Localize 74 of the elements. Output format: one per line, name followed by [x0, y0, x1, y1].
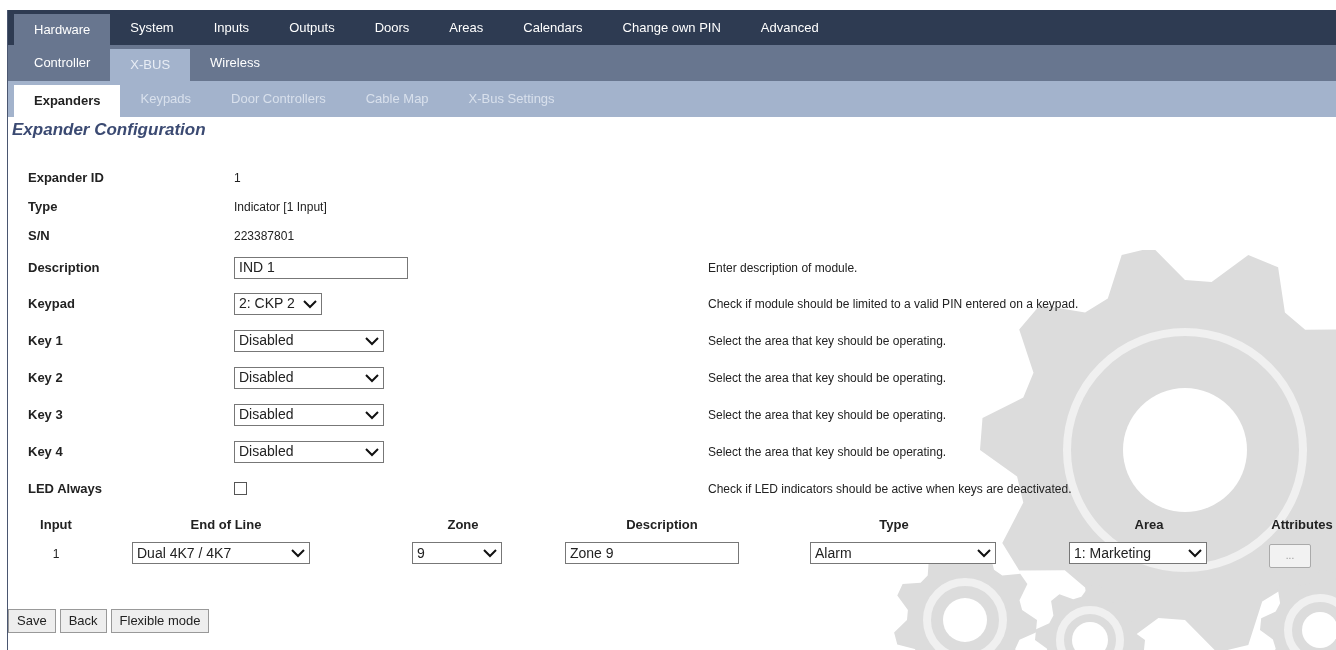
- dropdown-caret-icon: [291, 548, 305, 558]
- column-header: Area: [1133, 516, 1165, 534]
- field-label: Description: [28, 258, 101, 277]
- dropdown[interactable]: 2: CKP 2: [234, 292, 322, 315]
- column-header: Zone: [446, 516, 480, 534]
- sub-tab[interactable]: Wireless: [190, 45, 280, 81]
- dropdown-value: Dual 4K7 / 4K7: [137, 543, 232, 563]
- dropdown-value: 2: CKP 2: [239, 294, 295, 313]
- field-label: Key 4: [28, 442, 64, 461]
- dropdown[interactable]: 1: Marketing: [1069, 542, 1207, 564]
- help-text: Select the area that key should be operating.: [708, 406, 947, 424]
- dropdown[interactable]: Dual 4K7 / 4K7: [132, 542, 310, 564]
- dropdown[interactable]: Disabled: [234, 440, 384, 463]
- dropdown-value: 9: [417, 543, 425, 563]
- main-tab[interactable]: Hardware: [14, 14, 111, 45]
- field-label: Key 2: [28, 368, 64, 387]
- field-label: S/N: [28, 226, 51, 245]
- field-value: 223387801: [234, 227, 295, 245]
- field-label: LED Always: [28, 479, 103, 498]
- field-label: Type: [28, 197, 59, 216]
- dropdown-caret-icon: [365, 372, 379, 383]
- form-button[interactable]: Flexible mode: [110, 609, 210, 633]
- help-text: Select the area that key should be operating.: [708, 332, 947, 350]
- main-tab[interactable]: Areas: [429, 10, 504, 45]
- field-value: 1: [234, 169, 241, 187]
- main-tab[interactable]: Outputs: [269, 10, 355, 45]
- column-header: End of Line: [189, 516, 263, 534]
- field-label: Key 3: [28, 405, 64, 424]
- column-header: Description: [625, 516, 699, 534]
- dropdown-caret-icon: [303, 298, 317, 309]
- help-text: Check if module should be limited to a valid PIN entered on a keypad.: [708, 295, 1079, 313]
- dropdown-value: Alarm: [815, 543, 852, 563]
- sub-tab[interactable]: Controller: [14, 45, 111, 81]
- help-text: Select the area that key should be operating.: [708, 443, 947, 461]
- main-tab[interactable]: Calendars: [503, 10, 603, 45]
- dropdown[interactable]: Disabled: [234, 329, 384, 352]
- help-text: Enter description of module.: [708, 259, 858, 277]
- dropdown[interactable]: 9: [412, 542, 502, 564]
- page-title: Expander Configuration: [11, 119, 207, 141]
- checkbox[interactable]: [234, 482, 247, 495]
- field-label: Key 1: [28, 331, 64, 350]
- main-tab[interactable]: System: [110, 10, 194, 45]
- dropdown-caret-icon: [365, 446, 379, 457]
- field-value: Indicator [1 Input]: [234, 198, 327, 216]
- dropdown-value: Disabled: [239, 405, 294, 424]
- dropdown-caret-icon: [365, 409, 379, 420]
- main-tab[interactable]: Change own PIN: [602, 10, 741, 45]
- dropdown[interactable]: Disabled: [234, 366, 384, 389]
- form-button[interactable]: Back: [59, 609, 107, 633]
- dropdown-caret-icon: [1188, 548, 1202, 558]
- help-text: Select the area that key should be operating.: [708, 369, 947, 387]
- dropdown-caret-icon: [483, 548, 497, 558]
- text-field[interactable]: Zone 9: [565, 542, 739, 564]
- dropdown-value: 1: Marketing: [1074, 543, 1152, 563]
- column-header: Type: [878, 516, 910, 534]
- column-header: Attributes: [1270, 516, 1334, 534]
- main-tab[interactable]: Advanced: [740, 10, 839, 45]
- table-cell-text: 1: [51, 546, 61, 563]
- dropdown-value: Disabled: [239, 442, 294, 461]
- dropdown-value: Disabled: [239, 331, 294, 350]
- field-label: Expander ID: [28, 168, 105, 187]
- dropdown-caret-icon: [977, 548, 991, 558]
- dropdown[interactable]: Alarm: [810, 542, 996, 564]
- main-tab[interactable]: Doors: [354, 10, 430, 45]
- form-button[interactable]: Save: [8, 609, 56, 633]
- dropdown[interactable]: Disabled: [234, 403, 384, 426]
- help-text: Check if LED indicators should be active when keys are deactivated.: [708, 480, 1072, 498]
- section-tab[interactable]: Expanders: [14, 85, 121, 117]
- main-tab[interactable]: Inputs: [193, 10, 270, 45]
- dropdown-value: Disabled: [239, 368, 294, 387]
- field-label: Keypad: [28, 294, 76, 313]
- column-header: Input: [39, 516, 73, 534]
- dropdown-caret-icon: [365, 335, 379, 346]
- text-field[interactable]: IND 1: [234, 256, 408, 279]
